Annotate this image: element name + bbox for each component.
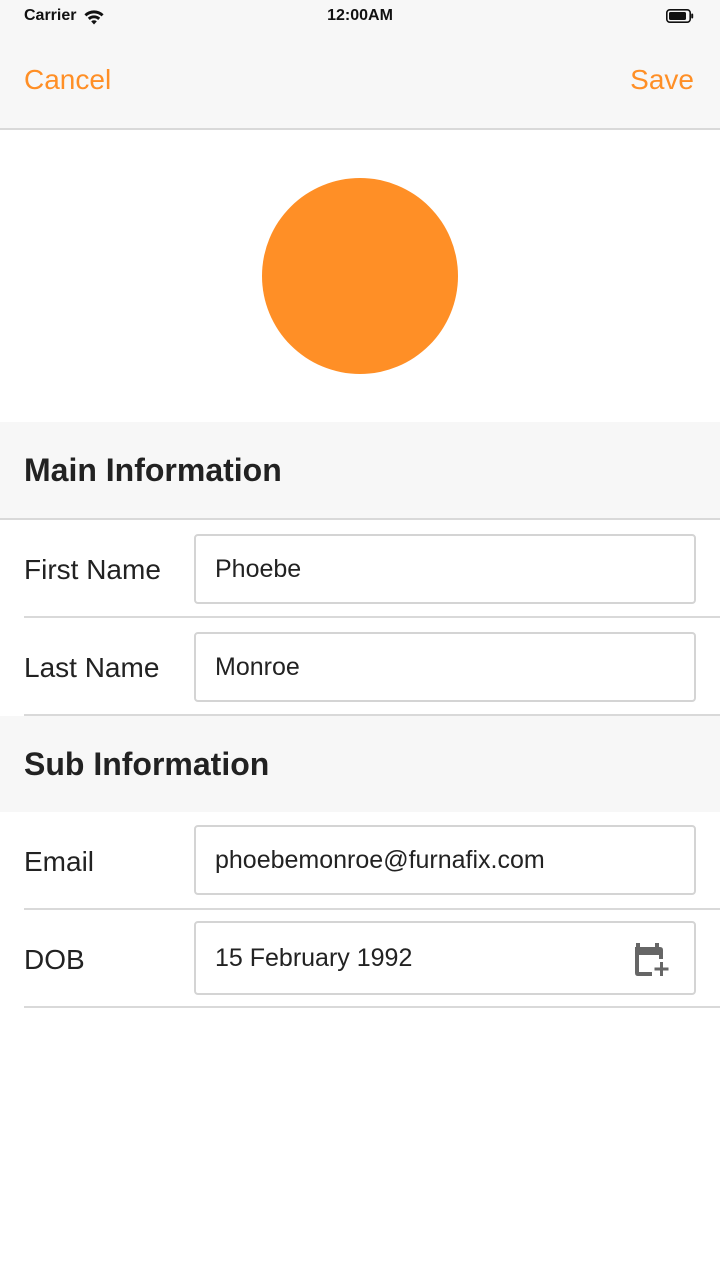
save-button[interactable]: Save (630, 64, 694, 96)
profile-avatar[interactable] (262, 178, 458, 374)
sub-information-header: Sub Information (0, 716, 720, 812)
first-name-label: First Name (24, 554, 161, 585)
section-title: Sub Information (24, 746, 270, 782)
last-name-row: Last Name Monroe (0, 618, 720, 716)
dob-label: DOB (24, 944, 85, 975)
last-name-label: Last Name (24, 652, 160, 683)
first-name-value: Phoebe (215, 555, 302, 583)
first-name-field[interactable]: Phoebe (194, 534, 696, 604)
dob-field[interactable]: 15 February 1992 (194, 921, 696, 995)
email-value: phoebemonroe@furnafix.com (215, 846, 545, 874)
row-divider (24, 1006, 720, 1008)
calendar-add-icon[interactable] (632, 939, 672, 979)
edit-profile-screen: Carrier 12:00AM Cancel Save Main Informa… (0, 0, 720, 1280)
first-name-row: First Name Phoebe (0, 520, 720, 618)
email-label: Email (24, 846, 95, 877)
dob-value: 15 February 1992 (215, 944, 413, 972)
status-bar: Carrier 12:00AM (0, 0, 720, 34)
battery-icon (666, 9, 694, 23)
email-row: Email phoebemonroe@furnafix.com (0, 812, 720, 910)
email-field[interactable]: phoebemonroe@furnafix.com (194, 825, 696, 895)
section-title: Main Information (24, 452, 282, 488)
main-information-header: Main Information (0, 422, 720, 520)
cancel-button[interactable]: Cancel (24, 64, 111, 96)
status-time: 12:00AM (327, 7, 393, 24)
dob-row: DOB 15 February 1992 (0, 910, 720, 1008)
last-name-value: Monroe (215, 653, 300, 681)
navigation-bar: Cancel Save (0, 34, 720, 130)
last-name-field[interactable]: Monroe (194, 632, 696, 702)
